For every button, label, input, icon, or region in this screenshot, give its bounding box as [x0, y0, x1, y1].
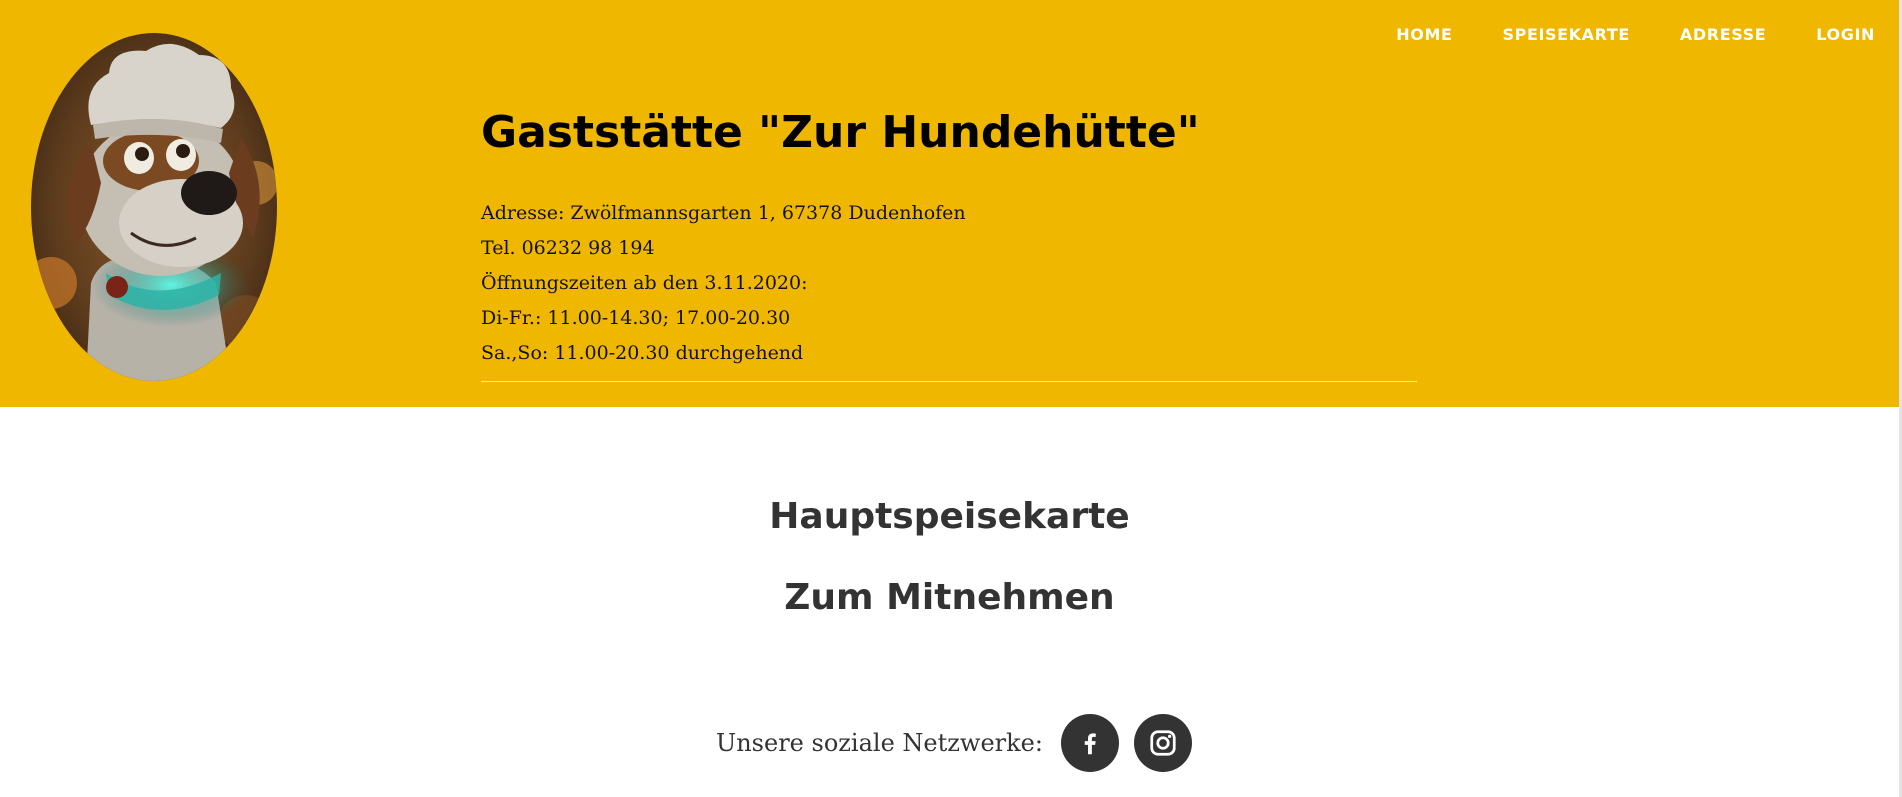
takeaway-heading[interactable]: Zum Mitnehmen	[0, 574, 1899, 622]
site-header: HOME SPEISEKARTE ADRESSE LOGIN Gaststätt…	[0, 0, 1902, 407]
header-divider	[481, 381, 1417, 382]
social-label: Unsere soziale Netzwerke:	[716, 729, 1043, 757]
instagram-icon	[1150, 730, 1176, 756]
social-bar: Unsere soziale Netzwerke:	[716, 714, 1207, 772]
site-title: Gaststätte "Zur Hundehütte"	[481, 107, 1200, 158]
contact-info: Adresse: Zwölfmannsgarten 1, 67378 Duden…	[481, 196, 1417, 371]
opening-hours-weekday: Di-Fr.: 11.00-14.30; 17.00-20.30	[481, 307, 791, 329]
nav-login-link[interactable]: LOGIN	[1816, 23, 1875, 47]
facebook-button[interactable]	[1060, 714, 1119, 772]
address-line: Adresse: Zwölfmannsgarten 1, 67378 Duden…	[481, 202, 966, 224]
facebook-icon	[1084, 733, 1096, 755]
nav-adresse-link[interactable]: ADRESSE	[1680, 23, 1766, 47]
main-nav: HOME SPEISEKARTE ADRESSE LOGIN	[1396, 23, 1875, 47]
phone-line: Tel. 06232 98 194	[481, 237, 655, 259]
nav-speisekarte-link[interactable]: SPEISEKARTE	[1503, 23, 1630, 47]
instagram-button[interactable]	[1133, 714, 1192, 772]
dog-chef-logo-icon	[31, 33, 277, 381]
opening-hours-heading: Öffnungszeiten ab den 3.11.2020:	[481, 272, 808, 294]
dog-chef-logo[interactable]	[31, 33, 277, 381]
nav-home-link[interactable]: HOME	[1396, 23, 1452, 47]
opening-hours-weekend: Sa.,So: 11.00-20.30 durchgehend	[481, 342, 804, 364]
main-menu-heading[interactable]: Hauptspeisekarte	[0, 493, 1899, 541]
